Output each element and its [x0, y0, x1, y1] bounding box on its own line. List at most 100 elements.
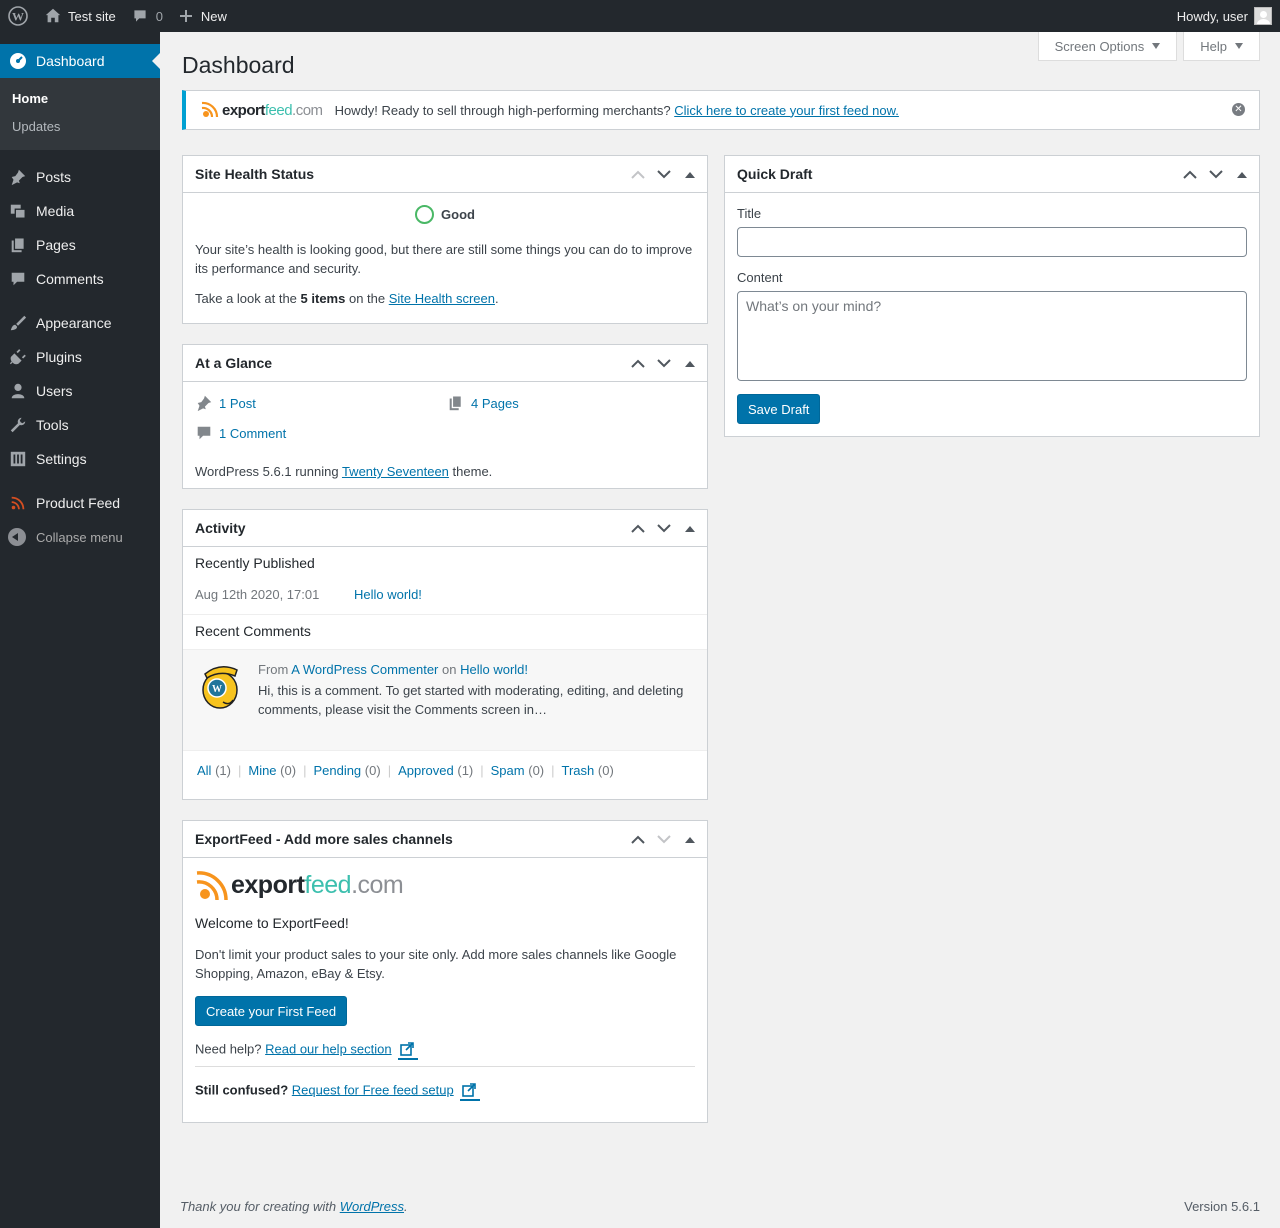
- content-label: Content: [737, 270, 783, 285]
- dismiss-icon[interactable]: ✕: [1232, 103, 1245, 116]
- published-post-link[interactable]: Hello world!: [354, 587, 422, 602]
- menu-dashboard[interactable]: Dashboard: [0, 44, 160, 78]
- screen-options-button[interactable]: Screen Options: [1037, 32, 1178, 61]
- exportfeed-description: Don't limit your product sales to your s…: [195, 947, 677, 981]
- menu-comments[interactable]: Comments: [0, 262, 160, 296]
- footer-thanks: Thank you for creating with WordPress.: [180, 1199, 408, 1214]
- pages-icon: [8, 235, 28, 255]
- wordpress-logo-icon[interactable]: W: [0, 0, 36, 32]
- menu-pages[interactable]: Pages: [0, 228, 160, 262]
- move-up-icon[interactable]: [629, 519, 647, 537]
- dashboard-submenu: Home Updates: [0, 78, 160, 150]
- comments-count-link[interactable]: 1 Comment: [219, 426, 286, 441]
- filter-spam[interactable]: Spam (0): [491, 763, 544, 778]
- exportfeed-widget: ExportFeed - Add more sales channels exp…: [182, 820, 708, 1123]
- menu-media-label: Media: [36, 203, 75, 219]
- at-a-glance-body: 1 Post 4 Pages 1 Comment WordPress 5.6.1…: [183, 382, 707, 491]
- quick-draft-body: Title Content Save Draft: [725, 193, 1259, 436]
- move-up-icon[interactable]: [629, 354, 647, 372]
- site-health-screen-link[interactable]: Site Health screen: [389, 291, 495, 306]
- move-down-icon[interactable]: [655, 354, 673, 372]
- wordpress-link[interactable]: WordPress: [340, 1199, 404, 1214]
- title-label: Title: [737, 206, 762, 221]
- toggle-panel-icon[interactable]: [681, 354, 699, 372]
- glance-posts[interactable]: 1 Post: [195, 394, 447, 412]
- screen-options-label: Screen Options: [1054, 38, 1145, 54]
- filter-mine[interactable]: Mine (0): [248, 763, 296, 778]
- exportfeed-notice: export feed .com Howdy! Ready to sell thro…: [182, 90, 1260, 130]
- menu-tools-label: Tools: [36, 417, 69, 433]
- pushpin-icon: [197, 395, 212, 412]
- at-a-glance-title[interactable]: At a Glance: [183, 345, 707, 382]
- external-link-icon[interactable]: [398, 1040, 419, 1060]
- site-health-title[interactable]: Site Health Status: [183, 156, 707, 193]
- filter-trash[interactable]: Trash (0): [562, 763, 614, 778]
- move-up-icon[interactable]: [1181, 165, 1199, 183]
- comment-icon: [134, 10, 146, 22]
- toggle-panel-icon[interactable]: [1233, 165, 1251, 183]
- theme-link[interactable]: Twenty Seventeen: [342, 464, 449, 479]
- exportfeed-logo: export feed .com: [195, 868, 404, 902]
- title-input[interactable]: [737, 227, 1247, 257]
- my-account[interactable]: Howdy, user: [1177, 7, 1280, 25]
- at-a-glance-widget: At a Glance 1 Post 4 Pages 1 Comment Wor…: [182, 344, 708, 489]
- filter-pending[interactable]: Pending (0): [313, 763, 380, 778]
- menu-appearance[interactable]: Appearance: [0, 306, 160, 340]
- move-down-icon[interactable]: [1207, 165, 1225, 183]
- move-up-icon[interactable]: [629, 165, 647, 183]
- handle-actions: [629, 510, 699, 546]
- toggle-panel-icon[interactable]: [681, 519, 699, 537]
- collapse-menu-button[interactable]: Collapse menu: [0, 520, 160, 554]
- comments-link[interactable]: 0: [124, 0, 171, 32]
- help-button[interactable]: Help: [1183, 32, 1260, 61]
- menu-users[interactable]: Users: [0, 374, 160, 408]
- move-up-icon[interactable]: [629, 830, 647, 848]
- site-name-link[interactable]: Test site: [36, 0, 124, 32]
- filter-all[interactable]: All (1): [197, 763, 231, 778]
- collapse-icon: [8, 528, 26, 546]
- create-feed-link[interactable]: Click here to create your first feed now…: [674, 103, 899, 118]
- glance-pages[interactable]: 4 Pages: [447, 394, 687, 412]
- content-textarea[interactable]: [737, 291, 1247, 381]
- status-circle-icon: [415, 205, 435, 224]
- exportfeed-widget-title[interactable]: ExportFeed - Add more sales channels: [183, 821, 707, 858]
- help-section-link[interactable]: Read our help section: [265, 1041, 391, 1056]
- save-draft-button[interactable]: Save Draft: [737, 394, 821, 424]
- toggle-panel-icon[interactable]: [681, 830, 699, 848]
- free-feed-setup-link[interactable]: Request for Free feed setup: [292, 1082, 454, 1097]
- submenu-home[interactable]: Home: [0, 85, 160, 113]
- menu-media[interactable]: Media: [0, 194, 160, 228]
- menu-plugins[interactable]: Plugins: [0, 340, 160, 374]
- comment-icon: [197, 426, 211, 440]
- create-first-feed-button[interactable]: Create your First Feed: [195, 996, 348, 1026]
- filter-approved[interactable]: Approved (1): [398, 763, 473, 778]
- comments-count: 0: [155, 8, 163, 24]
- external-link-icon[interactable]: [460, 1081, 481, 1101]
- menu-dashboard-label: Dashboard: [36, 53, 105, 69]
- menu-posts[interactable]: Posts: [0, 160, 160, 194]
- health-status-label: Good: [441, 207, 475, 222]
- activity-title[interactable]: Activity: [183, 510, 707, 547]
- pages-count-link[interactable]: 4 Pages: [471, 396, 519, 411]
- quick-draft-title[interactable]: Quick Draft: [725, 156, 1259, 193]
- posts-count-link[interactable]: 1 Post: [219, 396, 256, 411]
- glance-comments[interactable]: 1 Comment: [195, 424, 447, 442]
- comment-post-link[interactable]: Hello world!: [460, 662, 528, 677]
- submenu-updates[interactable]: Updates: [0, 113, 160, 141]
- handle-actions: [629, 345, 699, 381]
- comment-author-link[interactable]: A WordPress Commenter: [291, 662, 438, 677]
- new-content-link[interactable]: New: [171, 0, 235, 32]
- activity-widget: Activity Recently Published Aug 12th 202…: [182, 509, 708, 800]
- move-down-icon[interactable]: [655, 165, 673, 183]
- menu-separator: [0, 296, 160, 306]
- menu-settings[interactable]: Settings: [0, 442, 160, 476]
- recently-published: Recently Published Aug 12th 2020, 17:01 …: [183, 547, 707, 615]
- toggle-panel-icon[interactable]: [681, 165, 699, 183]
- move-down-icon[interactable]: [655, 519, 673, 537]
- published-row: Aug 12th 2020, 17:01 Hello world!: [195, 587, 695, 602]
- menu-product-feed[interactable]: Product Feed: [0, 486, 160, 520]
- move-down-icon[interactable]: [655, 830, 673, 848]
- menu-tools[interactable]: Tools: [0, 408, 160, 442]
- plug-icon: [8, 347, 28, 367]
- plus-icon: [179, 10, 192, 22]
